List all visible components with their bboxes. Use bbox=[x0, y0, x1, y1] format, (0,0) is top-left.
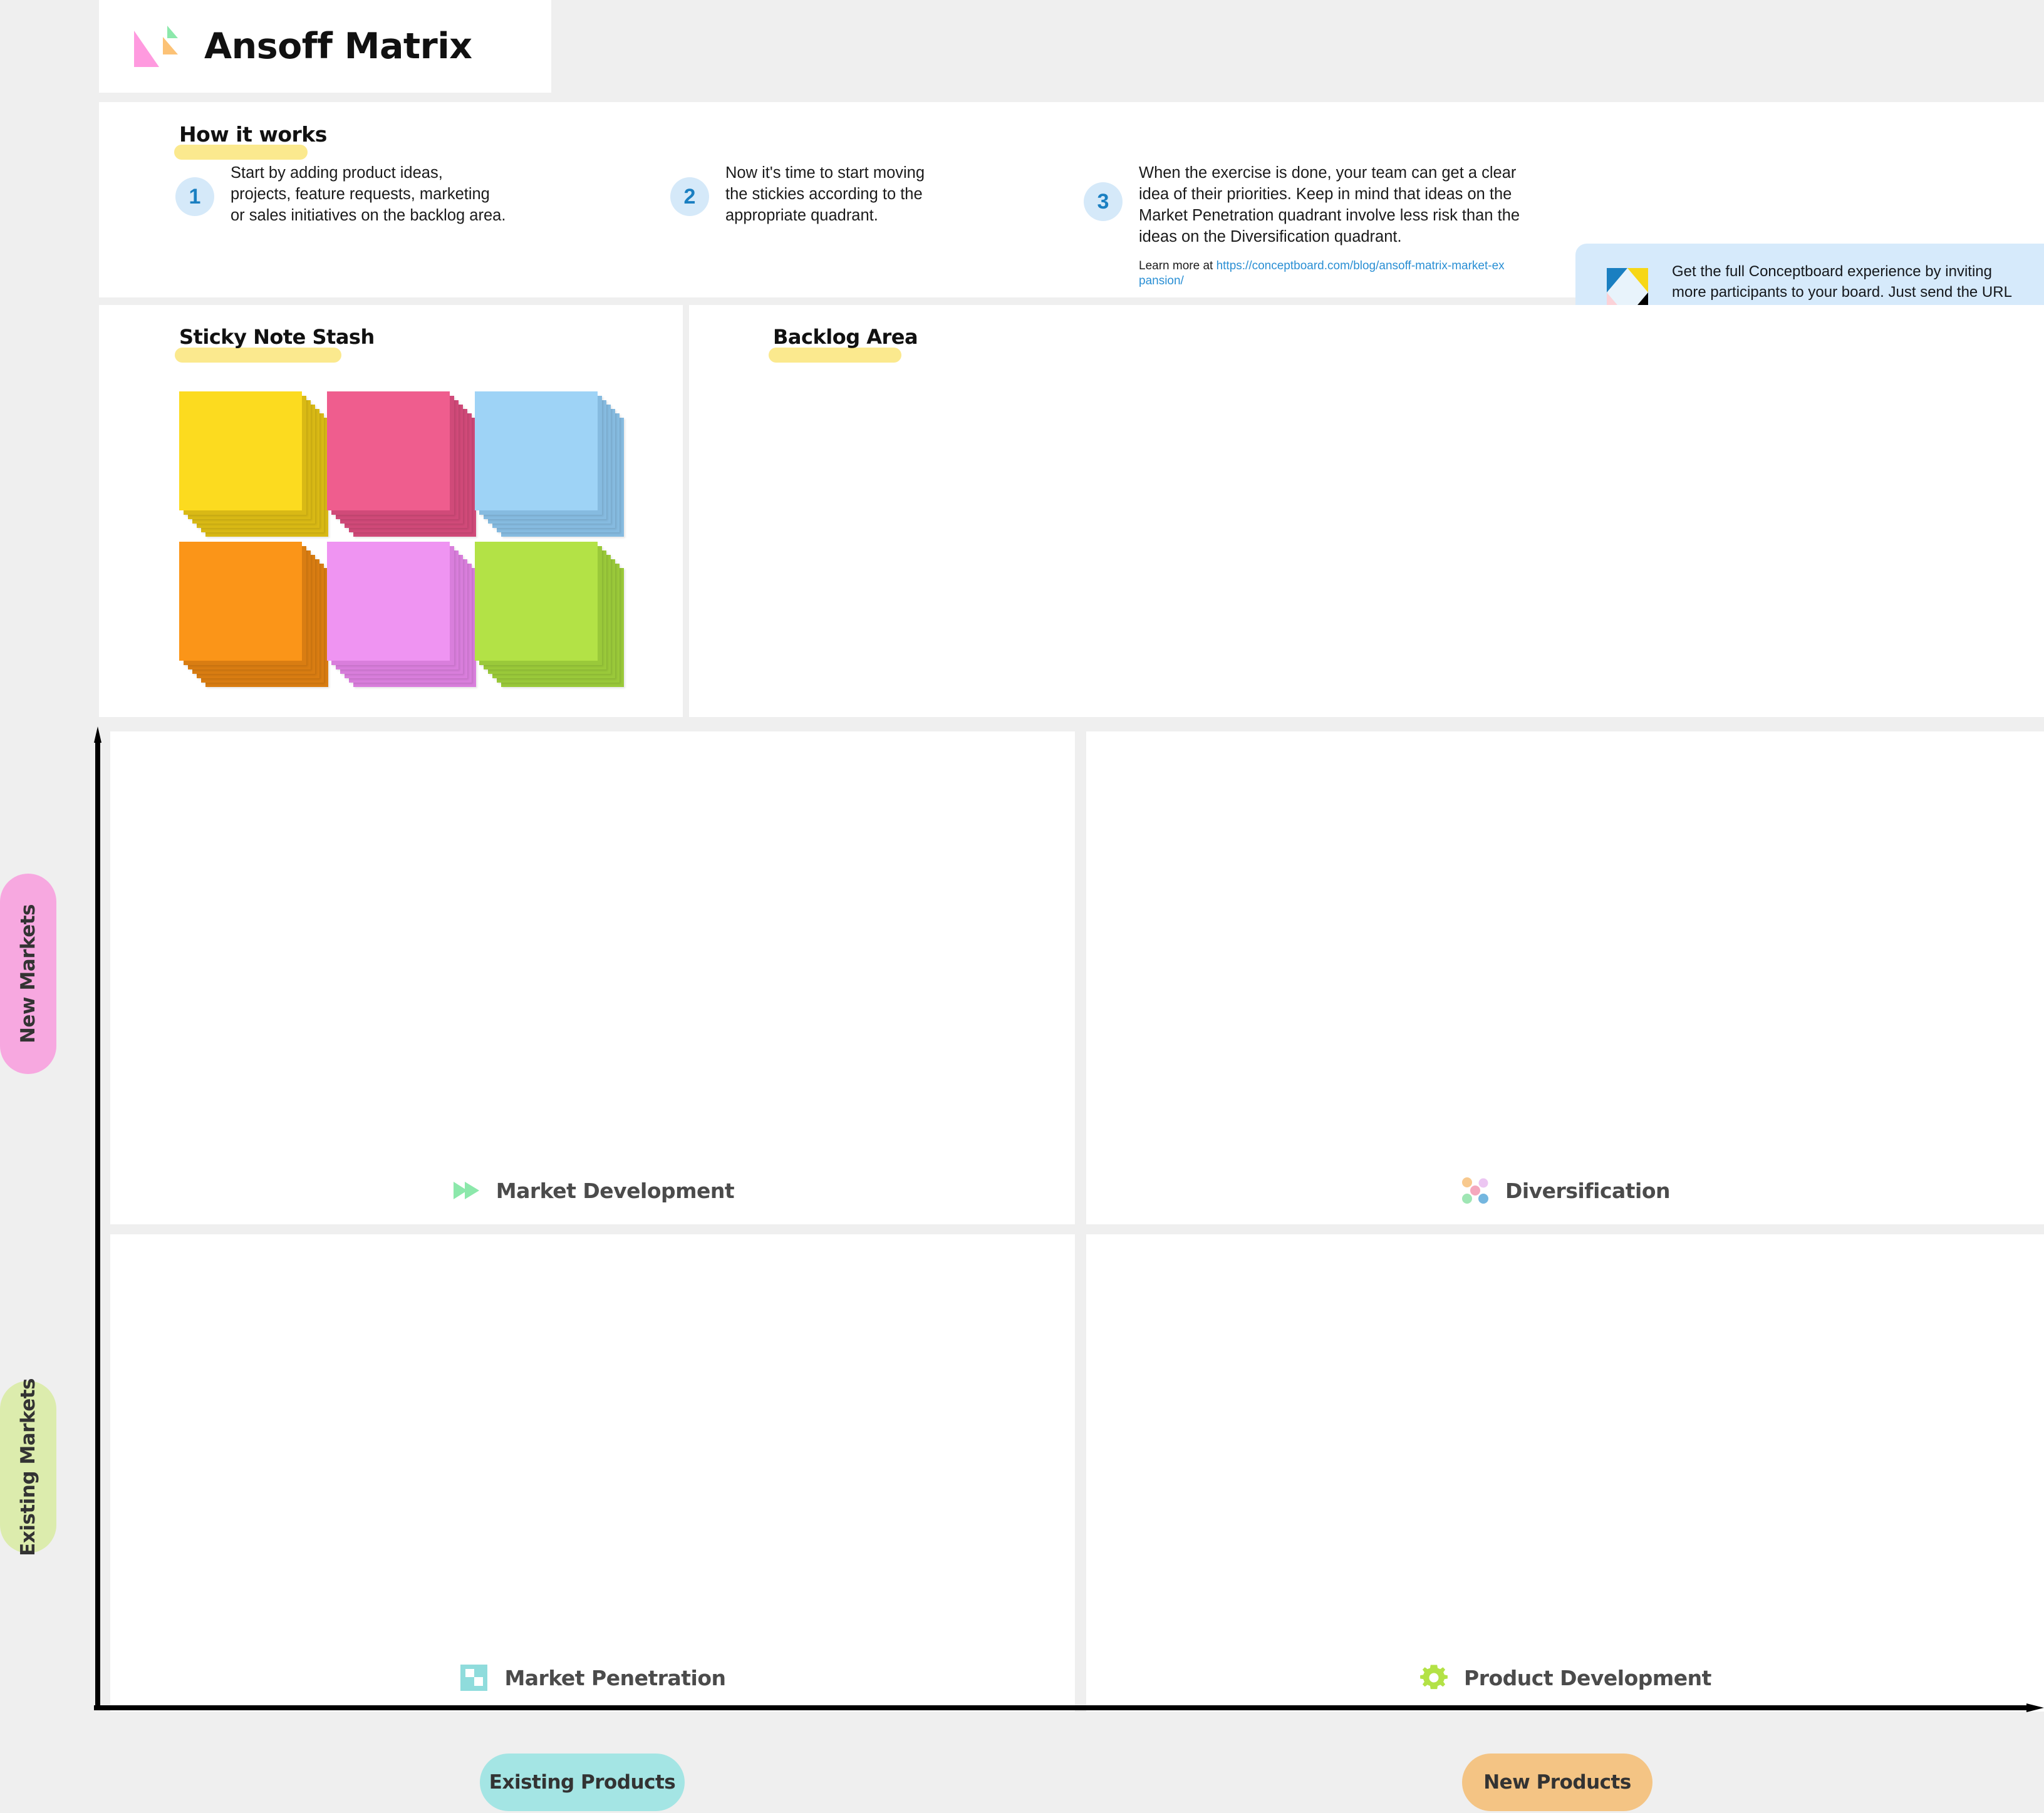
axis-label-existing-markets: Existing Markets bbox=[0, 1378, 56, 1556]
quadrant-diversification[interactable]: Diversification bbox=[1086, 731, 2044, 1224]
ansoff-logo-icon bbox=[132, 22, 178, 71]
page-title: Ansoff Matrix bbox=[204, 25, 472, 67]
quadrant-market-development[interactable]: Market Development bbox=[110, 731, 1075, 1224]
quadrant-product-development[interactable]: Product Development bbox=[1086, 1234, 2044, 1712]
board-title-card: Ansoff Matrix bbox=[99, 0, 551, 93]
dots-cluster-icon bbox=[1460, 1175, 1490, 1206]
step-description: Now it's time to start moving the sticki… bbox=[725, 164, 925, 225]
sticky-note bbox=[475, 391, 598, 510]
gear-icon bbox=[1419, 1663, 1449, 1693]
ansoff-matrix-grid: Market Development Diversification Marke… bbox=[0, 726, 2044, 1813]
axis-label-text: New Products bbox=[1483, 1771, 1631, 1794]
how-it-works-highlight bbox=[174, 145, 308, 160]
sticky-note bbox=[179, 391, 302, 510]
quadrant-label-text: Market Development bbox=[495, 1178, 735, 1203]
how-it-works-step-3: 3 When the exercise is done, your team c… bbox=[1084, 161, 1535, 289]
stash-heading-highlight bbox=[175, 348, 341, 363]
sticky-note bbox=[327, 391, 450, 510]
axis-label-text: Existing Markets bbox=[17, 1378, 39, 1556]
step-number-badge: 1 bbox=[175, 177, 214, 216]
axis-label-new-products: New Products bbox=[1462, 1754, 1652, 1811]
axis-label-text: Existing Products bbox=[489, 1771, 676, 1794]
y-axis-arrow bbox=[94, 726, 101, 1710]
quadrant-label: Diversification bbox=[1086, 1175, 2044, 1206]
yellow-sticky-stack[interactable] bbox=[179, 391, 328, 537]
ansoff-matrix-board: Ansoff Matrix How it works 1 Start by ad… bbox=[0, 0, 2044, 1813]
orange-sticky-stack[interactable] bbox=[179, 542, 328, 687]
sticky-note bbox=[475, 542, 598, 661]
x-axis-arrow bbox=[94, 1703, 2044, 1712]
backlog-heading-highlight bbox=[769, 348, 901, 363]
how-it-works-step-2: 2 Now it's time to start moving the stic… bbox=[670, 161, 1021, 226]
quadrant-label: Product Development bbox=[1086, 1663, 2044, 1693]
backlog-heading: Backlog Area bbox=[773, 325, 918, 349]
backlog-area-panel[interactable]: Backlog Area bbox=[689, 305, 2044, 717]
violet-sticky-stack[interactable] bbox=[327, 542, 476, 687]
quadrant-label-text: Market Penetration bbox=[504, 1665, 726, 1690]
axis-label-existing-products: Existing Products bbox=[480, 1754, 685, 1811]
step-number-badge: 3 bbox=[1084, 182, 1123, 221]
learn-more-line: Learn more at https://conceptboard.com/b… bbox=[1139, 259, 1508, 289]
step-description: When the exercise is done, your team can… bbox=[1139, 164, 1520, 246]
green-sticky-stack[interactable] bbox=[475, 542, 624, 687]
quadrant-label: Market Penetration bbox=[110, 1663, 1075, 1693]
sticky-note bbox=[179, 542, 302, 661]
stash-heading: Sticky Note Stash bbox=[179, 325, 375, 349]
sticky-stack-grid bbox=[179, 391, 624, 692]
how-it-works-panel: How it works 1 Start by adding product i… bbox=[99, 102, 2044, 341]
quadrant-market-penetration[interactable]: Market Penetration bbox=[110, 1234, 1075, 1712]
how-it-works-step-1: 1 Start by adding product ideas, project… bbox=[175, 161, 576, 226]
sticky-note bbox=[327, 542, 450, 661]
sticky-note-stash-panel: Sticky Note Stash bbox=[99, 305, 683, 717]
axis-label-text: New Markets bbox=[17, 904, 39, 1044]
learn-more-prefix: Learn more at bbox=[1139, 259, 1217, 272]
checker-square-icon bbox=[459, 1663, 489, 1693]
axis-label-new-markets: New Markets bbox=[0, 874, 56, 1074]
step-description: Start by adding product ideas, projects,… bbox=[231, 164, 506, 225]
step-number-badge: 2 bbox=[670, 177, 709, 216]
blue-sticky-stack[interactable] bbox=[475, 391, 624, 537]
quadrant-label-text: Product Development bbox=[1464, 1665, 1711, 1690]
how-it-works-heading: How it works bbox=[179, 122, 327, 147]
quadrant-label: Market Development bbox=[110, 1175, 1075, 1206]
fast-forward-icon bbox=[451, 1175, 481, 1206]
quadrant-label-text: Diversification bbox=[1505, 1178, 1671, 1203]
pink-sticky-stack[interactable] bbox=[327, 391, 476, 537]
